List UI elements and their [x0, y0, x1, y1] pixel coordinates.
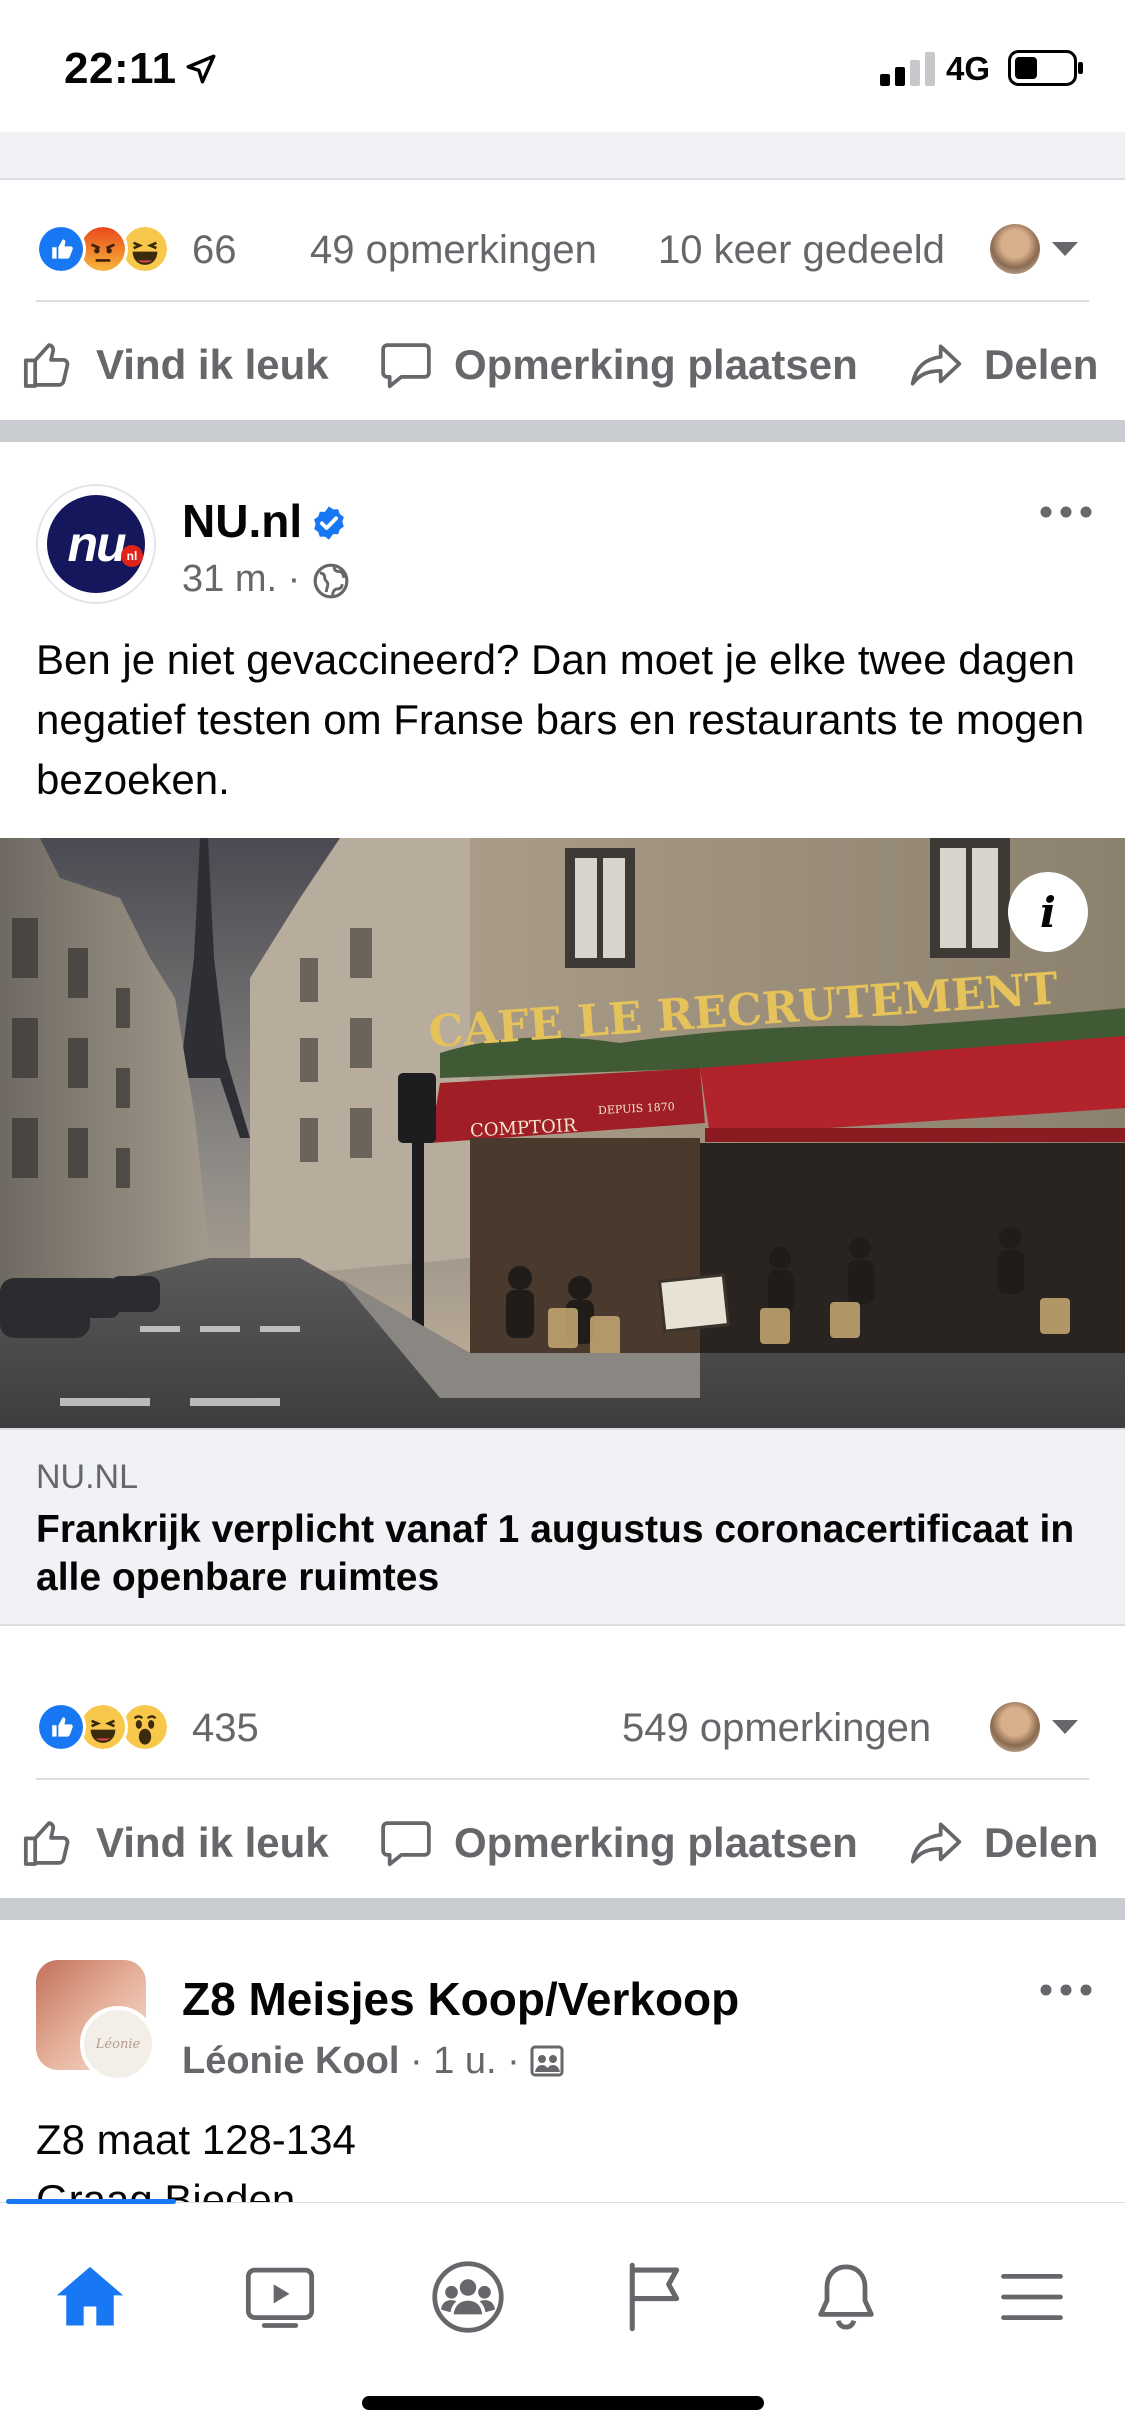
group-post-meta: Léonie Kool · 1 u. ·: [182, 2040, 564, 2083]
comment-bubble-icon: [381, 1821, 431, 1867]
like-button[interactable]: Vind ik leuk: [20, 1788, 329, 1898]
like-label: Vind ik leuk: [96, 341, 329, 388]
share-button[interactable]: Delen: [908, 1788, 1098, 1898]
nu-post-reactions[interactable]: 435 549 opmerkingen: [0, 1666, 1125, 1776]
share-label: Delen: [984, 341, 1099, 388]
feed-separator: [0, 420, 1125, 442]
home-icon: [56, 2266, 124, 2326]
info-icon[interactable]: i: [1008, 872, 1088, 952]
page-avatar[interactable]: nu nl: [36, 484, 156, 604]
logo-text: nu: [67, 516, 126, 572]
globe-icon: [313, 563, 349, 599]
like-reaction-icon: [36, 1702, 86, 1752]
link-preview-image[interactable]: CAFE LE RECRUTEMENT COMPTOIR DEPUIS 1870…: [0, 838, 1125, 1428]
battery-icon: [1008, 50, 1083, 86]
avatar[interactable]: [990, 1702, 1040, 1752]
groups-icon: [432, 2261, 504, 2333]
thumbs-up-icon: [23, 343, 70, 388]
active-tab-indicator: [6, 2199, 176, 2204]
previous-post-link-preview[interactable]: [0, 132, 1125, 180]
comment-label: Opmerking plaatsen: [454, 341, 858, 388]
feed-separator: [0, 1898, 1125, 1920]
chevron-down-icon[interactable]: [1052, 242, 1078, 256]
like-label: Vind ik leuk: [96, 1819, 329, 1866]
share-button[interactable]: Delen: [908, 310, 1098, 420]
previous-post-reactions[interactable]: 66 49 opmerkingen 10 keer gedeeld: [0, 188, 1125, 298]
nu-logo: nu nl: [47, 495, 145, 593]
link-preview[interactable]: NU.NL Frankrijk verplicht vanaf 1 august…: [0, 1428, 1125, 1626]
comments-count[interactable]: 49 opmerkingen: [310, 228, 597, 273]
divider: [36, 1778, 1089, 1780]
tab-pages[interactable]: [606, 2247, 706, 2347]
share-arrow-icon: [910, 344, 962, 386]
group-privacy-icon: [530, 2045, 564, 2077]
comment-bubble-icon: [381, 343, 431, 389]
author-avatar-text: Léonie: [95, 2036, 141, 2052]
tab-groups[interactable]: [418, 2247, 518, 2347]
comment-label: Opmerking plaatsen: [454, 1819, 858, 1866]
post-text: Ben je niet gevaccineerd? Dan moet je el…: [36, 636, 1085, 803]
comment-button[interactable]: Opmerking plaatsen: [378, 310, 858, 420]
nu-post-actions: Vind ik leuk Opmerking plaatsen Delen: [0, 1788, 1125, 1898]
divider: [36, 300, 1089, 302]
location-arrow-icon: [186, 54, 216, 84]
previous-post-actions: Vind ik leuk Opmerking plaatsen Delen: [0, 310, 1125, 420]
tab-home[interactable]: [40, 2247, 140, 2347]
signal-strength-icon: [880, 52, 935, 86]
home-indicator[interactable]: [362, 2396, 764, 2410]
like-button[interactable]: Vind ik leuk: [20, 310, 329, 420]
post-timestamp[interactable]: · 1 u. ·: [399, 2040, 530, 2082]
logo-badge: nl: [121, 545, 143, 567]
author-name[interactable]: Léonie Kool: [182, 2040, 399, 2082]
status-bar: 22:11 4G: [0, 0, 1125, 132]
reaction-count: 435: [192, 1706, 259, 1750]
post-timestamp[interactable]: 31 m. ·: [182, 558, 300, 601]
comments-count[interactable]: 549 opmerkingen: [622, 1706, 931, 1751]
notifications-bell-icon: [818, 2264, 874, 2330]
verified-badge-icon: [314, 506, 344, 540]
comment-button[interactable]: Opmerking plaatsen: [378, 1788, 858, 1898]
more-options-icon[interactable]: [1036, 1978, 1096, 2002]
link-title: Frankrijk verplicht vanaf 1 augustus cor…: [36, 1508, 1075, 1599]
shares-count[interactable]: 10 keer gedeeld: [658, 228, 945, 273]
more-options-icon[interactable]: [1036, 500, 1096, 524]
avatar[interactable]: [990, 224, 1040, 274]
share-arrow-icon: [910, 1822, 962, 1864]
share-label: Delen: [984, 1819, 1099, 1866]
pages-flag-icon: [629, 2262, 680, 2332]
like-reaction-icon: [36, 224, 86, 274]
chevron-down-icon[interactable]: [1052, 1720, 1078, 1734]
reaction-count: 66: [192, 228, 237, 272]
tab-video[interactable]: [230, 2247, 330, 2347]
tab-notifications[interactable]: [796, 2247, 896, 2347]
group-name[interactable]: Z8 Meisjes Koop/Verkoop: [182, 1972, 739, 2026]
network-type: 4G: [946, 50, 991, 87]
page-name[interactable]: NU.nl: [182, 494, 302, 548]
menu-icon: [1001, 2274, 1063, 2320]
video-icon: [245, 2267, 315, 2328]
status-time: 22:11: [64, 44, 177, 93]
link-domain: NU.NL: [36, 1458, 139, 1496]
tab-menu[interactable]: [982, 2247, 1082, 2347]
thumbs-up-icon: [23, 1821, 70, 1866]
author-avatar[interactable]: Léonie: [80, 2006, 156, 2082]
